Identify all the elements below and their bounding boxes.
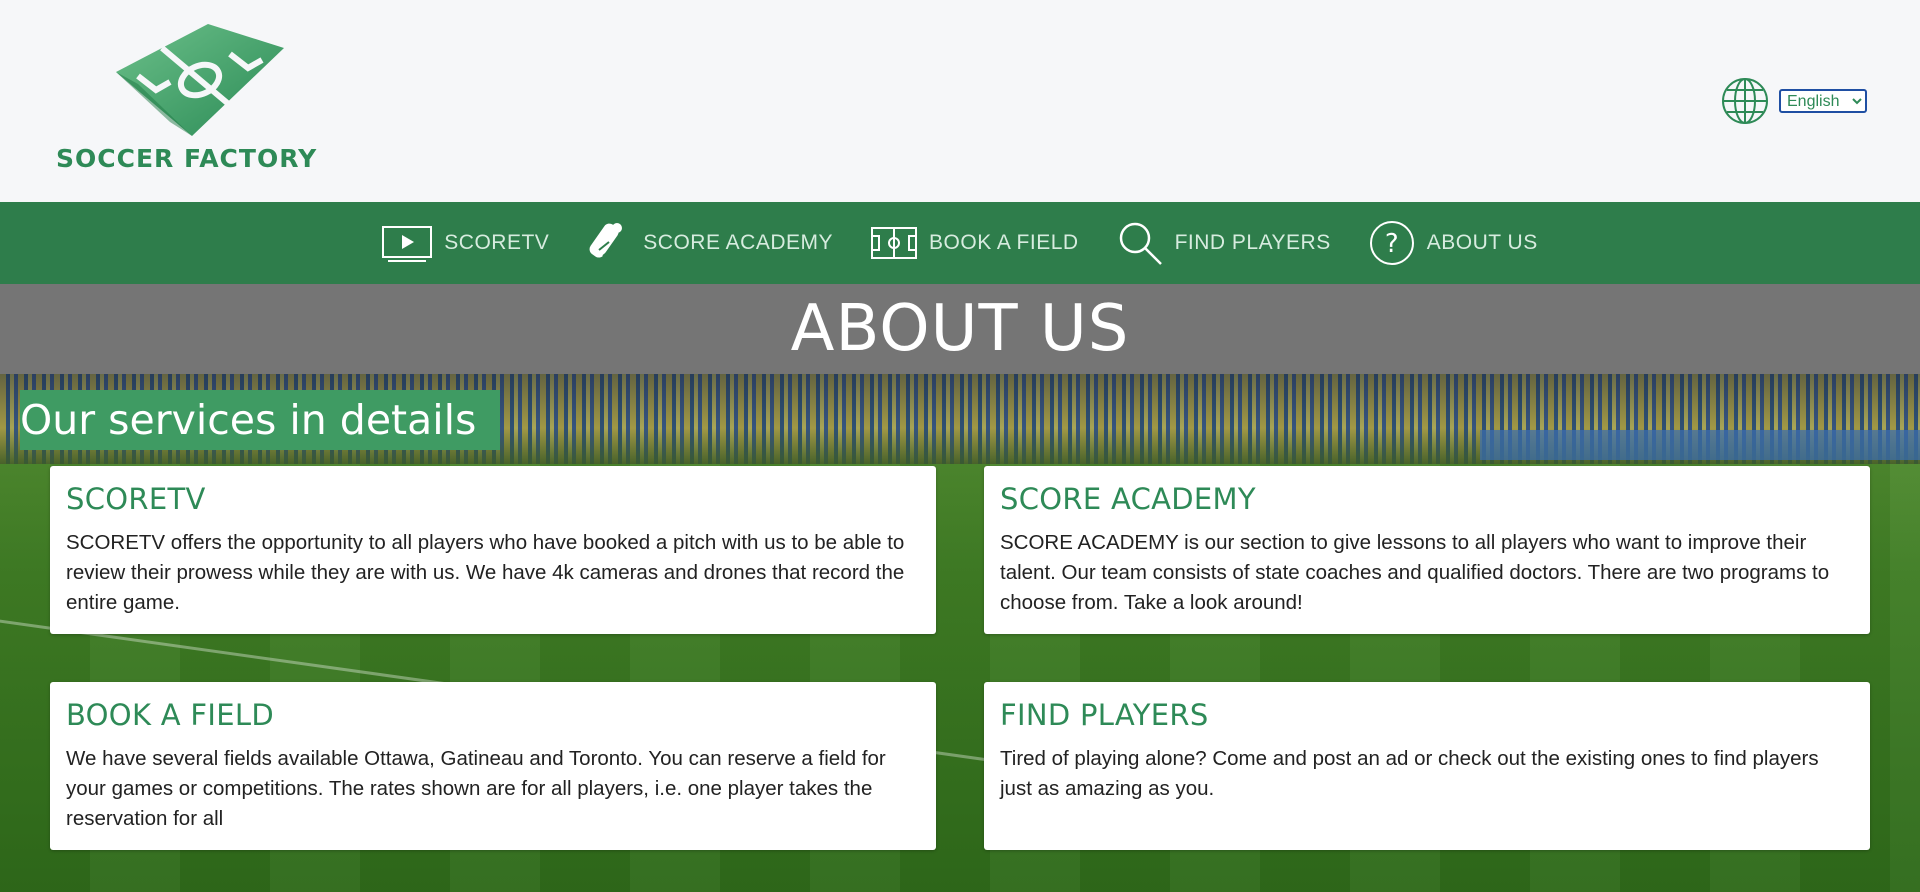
service-card-scoretv: SCORETV SCORETV offers the opportunity t… [50, 466, 936, 634]
service-card-description: SCORE ACADEMY is our section to give les… [1000, 531, 1830, 614]
diploma-icon [589, 223, 623, 258]
nav-label-scoretv: SCORETV [444, 231, 550, 254]
logo[interactable]: SOCCER FACTORY [56, 24, 346, 179]
site-header: SOCCER FACTORY English [0, 0, 1920, 202]
service-card-score-academy: SCORE ACADEMY SCORE ACADEMY is our secti… [984, 466, 1870, 634]
magnifier-icon [1119, 222, 1162, 265]
service-card-title: SCORETV [66, 482, 206, 516]
nav-item-scoretv[interactable]: SCORETV [382, 224, 549, 262]
service-card-description: SCORETV offers the opportunity to all pl… [66, 531, 905, 614]
nav-item-book-a-field[interactable]: BOOK A FIELD [871, 227, 1079, 259]
service-card-book-a-field: BOOK A FIELD We have several fields avai… [50, 682, 936, 850]
nav-label-about-us: ABOUT US [1426, 231, 1538, 254]
nav-label-find-players: FIND PLAYERS [1174, 231, 1331, 254]
service-card-find-players: FIND PLAYERS Tired of playing alone? Com… [984, 682, 1870, 850]
nav-label-score-academy: SCORE ACADEMY [643, 231, 834, 254]
page-title: ABOUT US [790, 292, 1130, 366]
svg-text:?: ? [1385, 229, 1399, 259]
language-select[interactable]: English [1779, 89, 1867, 113]
running-track [1480, 430, 1920, 460]
service-card-description: Tired of playing alone? Come and post an… [1000, 747, 1819, 800]
nav-item-about-us[interactable]: ? ABOUT US [1369, 220, 1538, 266]
nav-label-book-a-field: BOOK A FIELD [929, 231, 1079, 254]
soccer-pitch-logo-icon [116, 24, 284, 136]
service-card-title: SCORE ACADEMY [1000, 482, 1256, 516]
logo-text: SOCCER FACTORY [56, 144, 318, 173]
main-nav: SCORETV SCORE ACADEMY BOOK A FIELD FIND … [0, 202, 1920, 284]
service-card-description: We have several fields available Ottawa,… [66, 747, 886, 830]
nav-item-find-players[interactable]: FIND PLAYERS [1117, 220, 1331, 266]
service-card-title: FIND PLAYERS [1000, 698, 1209, 732]
language-switcher: English [1721, 77, 1867, 125]
service-card-title: BOOK A FIELD [66, 698, 274, 732]
soccer-field-icon [871, 227, 918, 259]
nav-item-score-academy[interactable]: SCORE ACADEMY [587, 220, 833, 266]
question-circle-icon: ? [1369, 221, 1414, 265]
tv-play-icon [382, 226, 433, 262]
globe-icon [1722, 78, 1768, 124]
section-heading: Our services in details [20, 390, 500, 450]
page-title-band: ABOUT US [0, 284, 1920, 374]
